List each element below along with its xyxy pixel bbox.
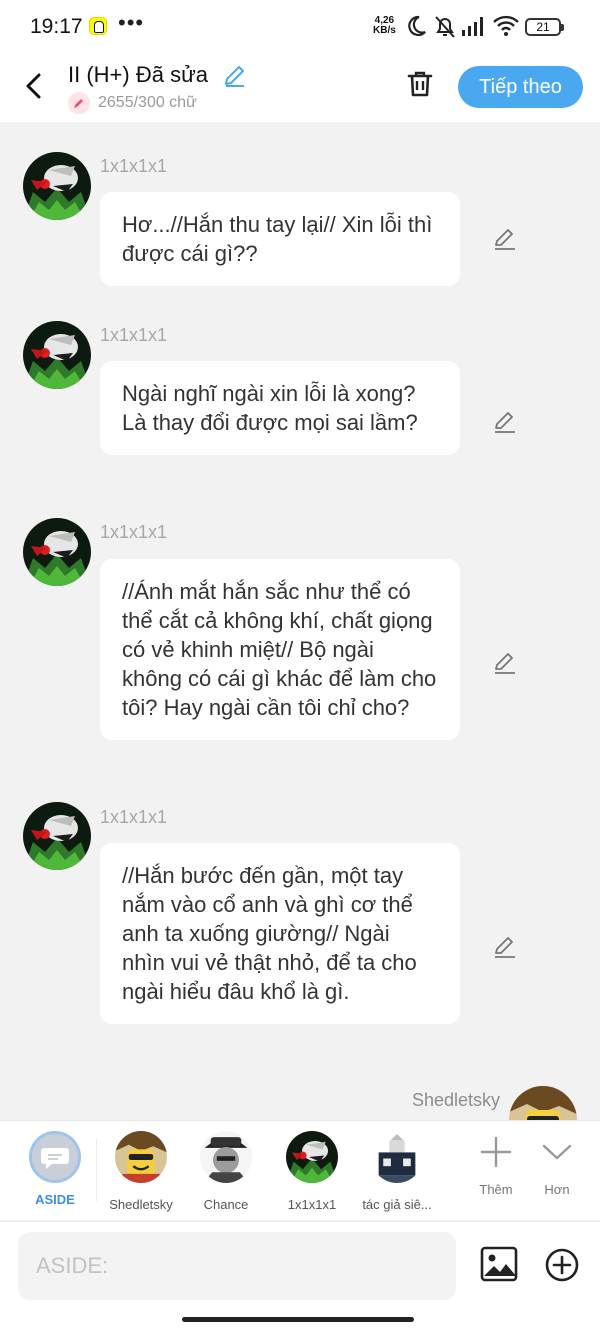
page-title[interactable]: II (H+) Đã sửa (68, 62, 208, 88)
edit-title-icon[interactable] (222, 62, 248, 88)
message-bubble[interactable]: //Ánh mắt hắn sắc như thể có thể cắt cả … (100, 559, 460, 740)
home-indicator[interactable] (182, 1317, 414, 1322)
sender-name: 1x1x1x1 (100, 156, 168, 176)
character-1x1x1x1[interactable]: 1x1x1x1 (270, 1131, 354, 1212)
header: II (H+) Đã sửa 2655/300 chữ Tiếp theo (0, 56, 600, 122)
expand-button[interactable]: Hơn (527, 1135, 587, 1197)
character-label: Chance (203, 1197, 249, 1212)
speech-bubble-icon (32, 1134, 78, 1180)
character-shedletsky[interactable]: Shedletsky (99, 1129, 183, 1212)
add-circle-icon[interactable] (545, 1248, 579, 1282)
input-bar (0, 1221, 600, 1333)
image-icon[interactable] (480, 1246, 518, 1282)
collapse-label: Hơn (544, 1182, 570, 1197)
pencil-icon (68, 92, 90, 114)
bell-off-icon (435, 16, 455, 38)
message-input[interactable] (18, 1232, 456, 1300)
next-button[interactable]: Tiếp theo (458, 66, 583, 108)
message-bubble[interactable]: //Hắn bước đến gần, một tay nắm vào cổ a… (100, 843, 460, 1024)
edit-message-icon[interactable] (492, 225, 518, 251)
sender-name: 1x1x1x1 (100, 522, 168, 542)
more-icon: ••• (118, 10, 145, 35)
character-label: 1x1x1x1 (287, 1197, 337, 1212)
sender-avatar[interactable] (23, 802, 91, 870)
message-bubble[interactable]: Hơ...//Hắn thu tay lại// Xin lỗi thì đượ… (100, 192, 460, 286)
character-avatar (371, 1131, 423, 1183)
back-button[interactable] (18, 70, 50, 102)
sender-name: 1x1x1x1 (100, 807, 168, 827)
character-bar: ASIDE Shedletsky Chance 1x1x1x1 tác giả … (0, 1120, 600, 1220)
trash-icon[interactable] (404, 68, 436, 100)
network-speed: 4,26 KB/s (373, 15, 396, 36)
char-count: 2655/300 chữ (98, 94, 197, 111)
character-author[interactable]: tác giả siê... (355, 1131, 439, 1212)
edit-message-icon[interactable] (492, 408, 518, 434)
character-avatar (200, 1131, 252, 1183)
sender-avatar[interactable] (509, 1086, 577, 1120)
character-label: Shedletsky (109, 1197, 173, 1212)
snapchat-icon (89, 17, 107, 35)
sender-name: 1x1x1x1 (100, 325, 168, 345)
status-time: 19:17 (30, 15, 83, 38)
wifi-icon (493, 15, 519, 36)
character-chance[interactable]: Chance (184, 1131, 268, 1212)
message-bubble[interactable]: Ngài nghĩ ngài xin lỗi là xong? Là thay … (100, 361, 460, 455)
add-character-button[interactable]: Thêm (466, 1135, 526, 1197)
character-aside[interactable]: ASIDE (13, 1131, 97, 1207)
sender-avatar[interactable] (23, 518, 91, 586)
edit-message-icon[interactable] (492, 933, 518, 959)
character-avatar (286, 1131, 338, 1183)
sender-name: Shedletsky (411, 1090, 500, 1110)
edit-message-icon[interactable] (492, 649, 518, 675)
character-avatar (113, 1129, 169, 1185)
battery-icon: 21 (525, 18, 564, 36)
character-label: ASIDE (35, 1192, 75, 1207)
signal-icon (462, 17, 483, 36)
sender-avatar[interactable] (23, 321, 91, 389)
divider (96, 1139, 97, 1201)
plus-icon (480, 1136, 512, 1168)
more-label: Thêm (479, 1182, 513, 1197)
character-label: tác giả siê... (362, 1197, 432, 1212)
chevron-down-icon (542, 1144, 572, 1160)
aside-avatar (29, 1131, 81, 1183)
status-bar: 19:17 ••• 4,26 KB/s 21 (0, 0, 600, 56)
moon-icon (408, 15, 426, 37)
sender-avatar[interactable] (23, 152, 91, 220)
